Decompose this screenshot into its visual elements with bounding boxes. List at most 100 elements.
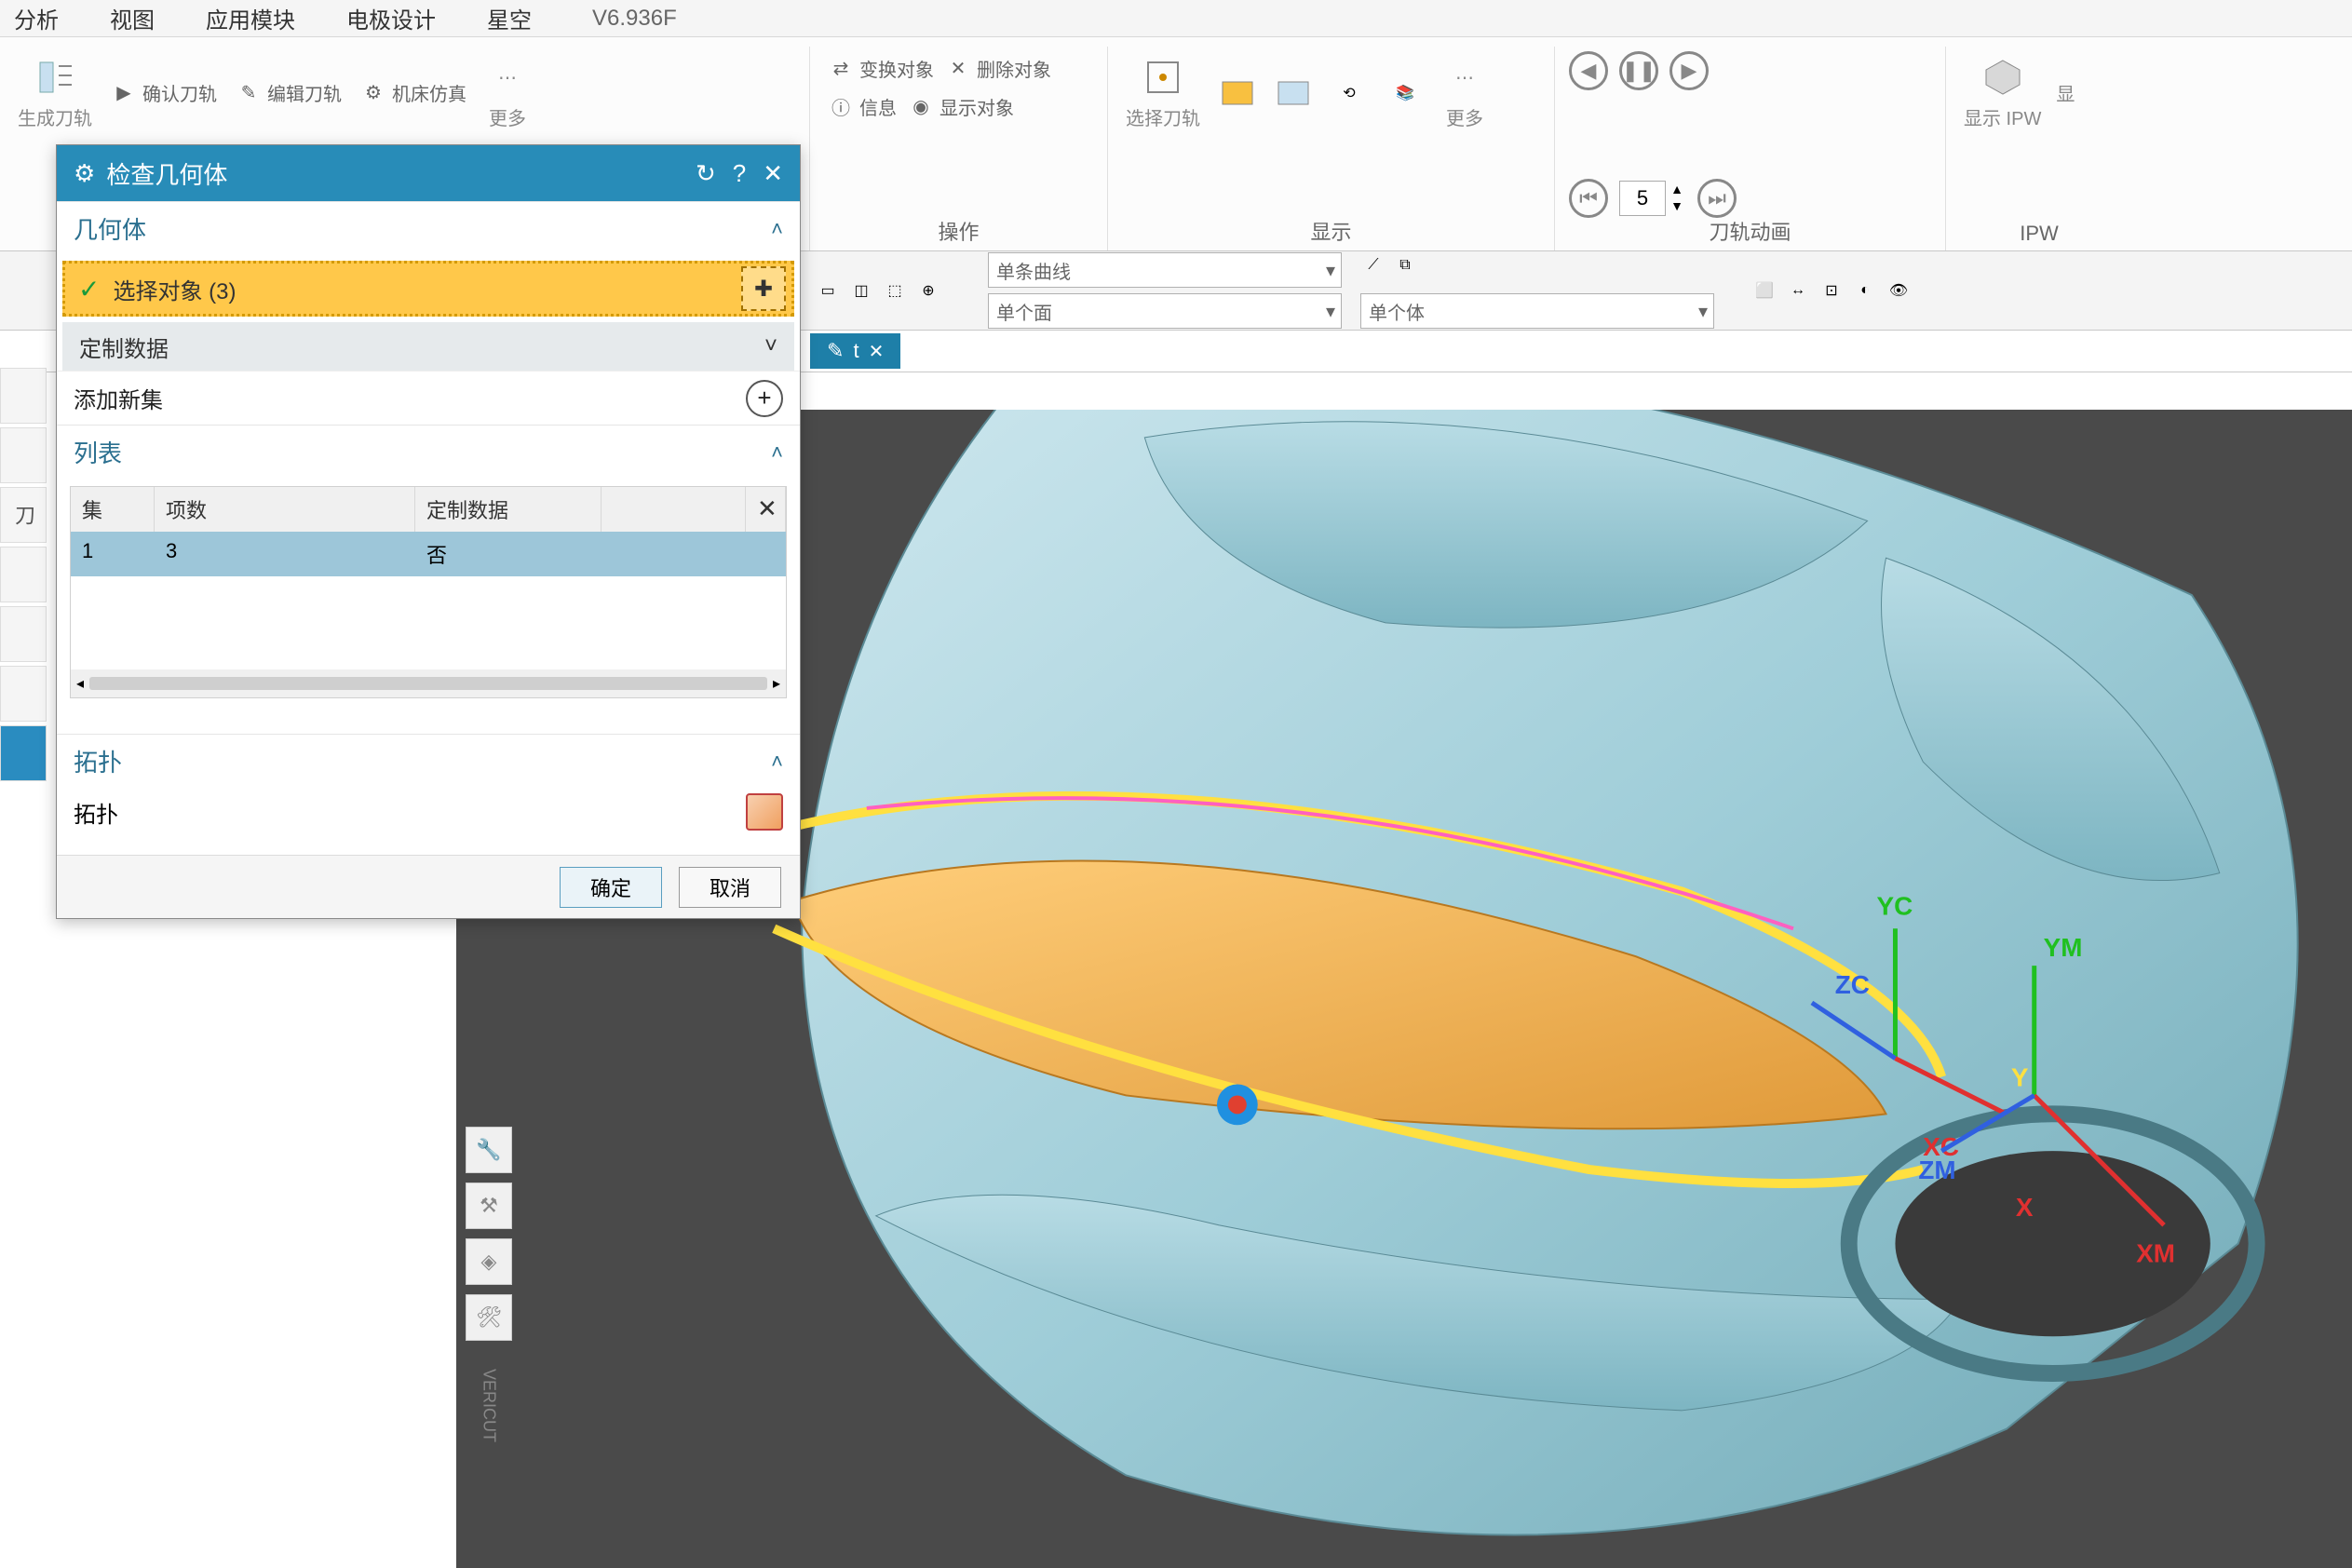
vertical-toolbar: 🔧 ⚒ ◈ 🛠 VERICUT	[466, 1127, 517, 1462]
help-icon[interactable]: ?	[733, 159, 746, 188]
machine-sim-icon: ⚙	[360, 80, 386, 106]
btn-step-first[interactable]: ⏮	[1569, 179, 1608, 218]
left-slot-4[interactable]	[0, 547, 47, 602]
btn-play-rev[interactable]: ◀	[1569, 51, 1608, 90]
col-set[interactable]: 集	[71, 487, 155, 532]
menu-analyze[interactable]: 分析	[14, 2, 59, 34]
left-slot-3[interactable]: 刀	[0, 487, 47, 543]
ipw-icon	[1980, 55, 2025, 100]
cancel-button[interactable]: 取消	[679, 867, 781, 908]
display-icon-4[interactable]: 📚	[1383, 71, 1427, 115]
table-scrollbar[interactable]: ◂▸	[71, 669, 786, 697]
vtool-label: VERICUT	[466, 1350, 512, 1462]
btn-swap[interactable]: ⇄变换对象	[824, 51, 938, 86]
vtool-2[interactable]: ⚒	[466, 1183, 512, 1229]
svg-text:ZC: ZC	[1835, 970, 1870, 999]
select-curve[interactable]: 单条曲线	[988, 252, 1342, 288]
btn-generate-path[interactable]: 生成刀轨	[14, 51, 96, 134]
left-slot-1[interactable]	[0, 368, 47, 424]
svg-text:Y: Y	[2011, 1062, 2029, 1091]
menu-electrode[interactable]: 电极设计	[346, 2, 436, 34]
left-resource-bar: 刀	[0, 368, 47, 781]
select-face[interactable]: 单个面	[988, 293, 1342, 329]
view-tool-1[interactable]: ⬜	[1751, 277, 1778, 304]
view-tool-2[interactable]: ↔	[1785, 277, 1811, 304]
select-objects-row[interactable]: ✓ 选择对象 (3) ✚	[62, 261, 794, 317]
section-list[interactable]: 列表˄	[57, 425, 800, 479]
add-set-row[interactable]: 添加新集 +	[57, 371, 800, 425]
more-icon: ⋯	[1442, 55, 1487, 100]
section-geometry[interactable]: 几何体˄	[57, 201, 800, 255]
btn-info[interactable]: ⓘ信息	[824, 89, 900, 124]
remove-row-icon[interactable]: ✕	[745, 487, 786, 532]
curve-tool-1[interactable]: ⟋	[1360, 252, 1386, 278]
btn-machine-sim[interactable]: ⚙机床仿真	[357, 75, 470, 110]
filter-icon-4[interactable]: ⊕	[915, 277, 941, 304]
view-tool-3[interactable]: ⊡	[1818, 277, 1845, 304]
left-slot-6[interactable]	[0, 666, 47, 722]
btn-pause[interactable]: ❚❚	[1619, 51, 1658, 90]
select-objects-label: 选择对象 (3)	[113, 273, 236, 305]
left-slot-7[interactable]	[0, 725, 47, 781]
pick-target-icon[interactable]: ✚	[741, 266, 786, 311]
btn-select-path[interactable]: 选择刀轨	[1122, 51, 1204, 134]
select-body[interactable]: 单个体	[1360, 293, 1714, 329]
plus-icon[interactable]: +	[746, 380, 783, 417]
svg-text:YC: YC	[1877, 891, 1913, 920]
select-path-icon	[1141, 55, 1185, 100]
menu-star[interactable]: 星空	[487, 2, 532, 34]
info-icon: ⓘ	[828, 94, 854, 120]
btn-ipw[interactable]: 显示 IPW	[1960, 51, 2045, 134]
group-label-display: 显示	[1108, 216, 1554, 246]
tab-close-icon[interactable]: ✕	[869, 340, 885, 363]
view-tool-5[interactable]: 👁	[1886, 277, 1912, 304]
table-row[interactable]: 1 3 否	[71, 532, 786, 576]
app-version: V6.936F	[592, 6, 677, 32]
view-tool-4[interactable]: ◐	[1852, 277, 1878, 304]
filter-icon-1[interactable]: ▭	[815, 277, 841, 304]
btn-play-fwd[interactable]: ▶	[1669, 51, 1709, 90]
btn-delete[interactable]: ✕删除对象	[941, 51, 1055, 86]
vtool-4[interactable]: 🛠	[466, 1294, 512, 1341]
btn-step-last[interactable]: ⏭	[1697, 179, 1737, 218]
checkmark-icon: ✓	[78, 274, 100, 304]
vtool-1[interactable]: 🔧	[466, 1127, 512, 1173]
active-tab[interactable]: ✎ t ✕	[810, 333, 900, 369]
ok-button[interactable]: 确定	[560, 867, 662, 908]
delete-icon: ✕	[945, 56, 971, 82]
left-slot-5[interactable]	[0, 606, 47, 662]
close-icon[interactable]: ✕	[763, 159, 783, 188]
vtool-3[interactable]: ◈	[466, 1238, 512, 1285]
display-icon-1[interactable]	[1215, 71, 1260, 115]
reset-icon[interactable]: ↻	[696, 159, 716, 188]
left-slot-2[interactable]	[0, 427, 47, 483]
custom-data-row[interactable]: 定制数据˅	[62, 322, 794, 371]
display-icon-2[interactable]	[1271, 71, 1316, 115]
menu-app[interactable]: 应用模块	[206, 2, 295, 34]
menubar: 分析 视图 应用模块 电极设计 星空 V6.936F 查找命令	[0, 0, 2352, 37]
btn-more-1[interactable]: ⋯更多	[481, 51, 534, 134]
filter-icon-3[interactable]: ⬚	[882, 277, 908, 304]
section-topology[interactable]: 拓扑˄	[57, 734, 800, 788]
chevron-up-icon: ˄	[771, 750, 783, 774]
col-count[interactable]: 项数	[155, 487, 415, 532]
dialog-titlebar[interactable]: ⚙ 检查几何体 ↻ ? ✕	[57, 145, 800, 201]
btn-edit-path[interactable]: ✎编辑刀轨	[232, 75, 345, 110]
check-geometry-dialog: ⚙ 检查几何体 ↻ ? ✕ 几何体˄ ✓ 选择对象 (3) ✚ 定制数据˅ 添加…	[56, 144, 801, 919]
menu-view[interactable]: 视图	[110, 2, 155, 34]
btn-more-3[interactable]: ⋯更多	[1439, 51, 1491, 134]
tab-label: t	[853, 339, 858, 363]
topology-row[interactable]: 拓扑	[57, 788, 800, 836]
curve-tool-2[interactable]: ⧉	[1392, 252, 1418, 278]
col-custom[interactable]: 定制数据	[415, 487, 602, 532]
svg-text:ZM: ZM	[1918, 1156, 1955, 1184]
show-obj-icon: ◉	[908, 94, 934, 120]
step-value[interactable]: 5 ▲▼	[1619, 181, 1686, 216]
filter-icon-2[interactable]: ◫	[848, 277, 874, 304]
svg-text:X: X	[2016, 1193, 2034, 1222]
btn-confirm-path[interactable]: ▶确认刀轨	[107, 75, 221, 110]
group-label-operation: 操作	[810, 216, 1107, 246]
surface-icon[interactable]	[746, 793, 783, 831]
display-icon-3[interactable]: ⟲	[1327, 71, 1372, 115]
btn-show-obj[interactable]: ◉显示对象	[904, 89, 1018, 124]
